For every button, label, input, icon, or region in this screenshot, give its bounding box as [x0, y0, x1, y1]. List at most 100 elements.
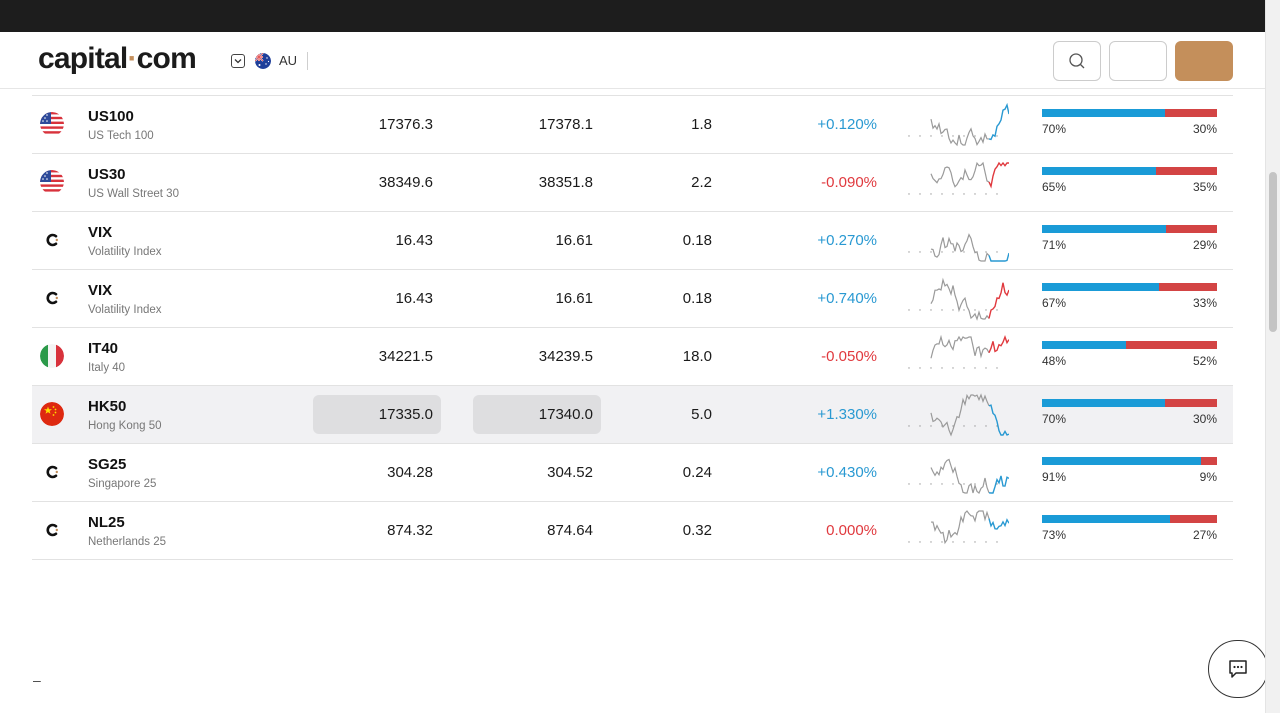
market-row-sg25[interactable]: SG25 Singapore 25 304.28 304.52 0.24 +0.430% 9… [32, 443, 1233, 501]
sell-price[interactable]: 17376.3 [313, 116, 433, 133]
sellers-percent: 27% [1192, 528, 1217, 542]
buyers-segment [1042, 109, 1165, 117]
buy-price[interactable]: 16.61 [473, 290, 593, 307]
buyers-segment [1042, 225, 1167, 233]
sell-price-button[interactable]: 17335.0 [313, 395, 441, 434]
instrument-symbol[interactable]: US100 [88, 108, 134, 125]
instrument-name: Singapore 25 [88, 478, 157, 490]
instrument-name: Volatility Index [88, 304, 162, 316]
change-percent: +0.270% [817, 232, 877, 249]
instrument-name: Italy 40 [88, 362, 126, 374]
instrument-symbol[interactable]: US30 [88, 166, 126, 183]
market-row-hk50[interactable]: HK50 Hong Kong 50 17335.0 17340.0 5.0 +1.330%… [32, 385, 1233, 443]
buyers-segment [1042, 167, 1156, 175]
page-scrollbar[interactable] [1265, 0, 1280, 713]
capital-logo-icon [40, 460, 64, 484]
scrollbar-thumb[interactable] [1269, 172, 1277, 332]
sell-price[interactable]: 304.28 [313, 464, 433, 481]
locale-selector[interactable]: AU [231, 51, 309, 70]
sparkline-recent [988, 518, 1009, 530]
market-row-vix[interactable]: VIX Volatility Index 16.43 16.61 0.18 +0.740%… [32, 269, 1233, 327]
sparkline-history [930, 161, 990, 188]
instrument-name: US Wall Street 30 [88, 188, 179, 200]
instrument-symbol[interactable]: VIX [88, 282, 112, 299]
top-black-bar [0, 0, 1265, 32]
buy-price[interactable]: 17378.1 [473, 116, 593, 133]
buyers-segment [1042, 341, 1126, 349]
chat-button[interactable] [1208, 640, 1268, 698]
sentiment-bar [1042, 167, 1217, 175]
sellers-percent: 30% [1192, 122, 1217, 136]
instrument-name: US Tech 100 [88, 130, 154, 142]
buyers-percent: 71% [1042, 238, 1067, 252]
buy-price[interactable]: 304.52 [473, 464, 593, 481]
buyers-percent: 73% [1042, 528, 1067, 542]
spread-value: 0.24 [682, 464, 712, 481]
price-sparkline [908, 393, 1009, 437]
buyers-percent: 91% [1042, 470, 1067, 484]
buy-price[interactable]: 38351.8 [473, 174, 593, 191]
instrument-symbol[interactable]: IT40 [88, 340, 118, 357]
market-row-vix[interactable]: VIX Volatility Index 16.43 16.61 0.18 +0.270%… [32, 211, 1233, 269]
price-sparkline [908, 102, 1009, 147]
spread-value: 2.2 [691, 174, 712, 191]
sentiment-bar [1042, 225, 1217, 233]
sellers-segment [1126, 341, 1217, 349]
sell-price[interactable]: 16.43 [313, 232, 433, 249]
sell-price[interactable]: 16.43 [313, 290, 433, 307]
sign-up-button[interactable] [1175, 41, 1233, 81]
instrument-symbol[interactable]: HK50 [88, 398, 126, 415]
market-row-it40[interactable]: IT40 Italy 40 34221.5 34239.5 18.0 -0.050% 48%… [32, 327, 1233, 385]
sell-price[interactable]: 874.32 [313, 522, 433, 539]
sell-price[interactable]: 34221.5 [313, 348, 433, 365]
sparkline-recent [988, 475, 1009, 494]
locale-divider [307, 51, 309, 70]
change-percent: +0.120% [817, 116, 877, 133]
sparkline-recent [988, 404, 1009, 436]
spread-value: 0.32 [682, 522, 712, 539]
sellers-percent: 35% [1192, 180, 1217, 194]
instrument-name: Volatility Index [88, 246, 162, 258]
sparkline-recent [988, 282, 1009, 319]
instrument-symbol[interactable]: NL25 [88, 514, 125, 531]
australia-flag-icon [255, 52, 271, 69]
sparkline-history [930, 393, 990, 437]
sellers-segment [1164, 399, 1217, 407]
instrument-name: Netherlands 25 [88, 536, 166, 548]
sparkline-recent [988, 334, 1009, 354]
spread-value: 0.18 [682, 232, 712, 249]
login-button[interactable] [1109, 41, 1167, 81]
spread-value: 1.8 [691, 116, 712, 133]
locale-code[interactable]: AU [279, 53, 297, 68]
search-button[interactable] [1053, 41, 1101, 81]
instrument-symbol[interactable]: VIX [88, 224, 112, 241]
change-percent: -0.050% [821, 348, 877, 365]
sell-price[interactable]: 38349.6 [313, 174, 433, 191]
sentiment-bar [1042, 457, 1217, 465]
buyers-segment [1042, 515, 1170, 523]
market-row-us100[interactable]: US100 US Tech 100 17376.3 17378.1 1.8 +0.120%… [32, 95, 1233, 153]
capital-logo-icon [40, 228, 64, 252]
buy-price[interactable]: 34239.5 [473, 348, 593, 365]
sparkline-recent [988, 161, 1009, 189]
market-row-nl25[interactable]: NL25 Netherlands 25 874.32 874.64 0.32 0.000%… [32, 501, 1233, 560]
buy-price-button[interactable]: 17340.0 [473, 395, 601, 434]
chat-icon [1229, 660, 1247, 678]
market-row-us30[interactable]: US30 US Wall Street 30 38349.6 38351.8 2.2 -0… [32, 153, 1233, 211]
sentiment-bar [1042, 109, 1217, 117]
spread-value: 0.18 [682, 290, 712, 307]
spread-value: 18.0 [682, 348, 712, 365]
change-percent: 0.000% [826, 522, 877, 539]
buy-price[interactable]: 16.61 [473, 232, 593, 249]
sentiment-bar [1042, 341, 1217, 349]
capital-com-logo[interactable]: capital·com [38, 42, 197, 76]
us-flag-icon [40, 112, 64, 136]
sellers-percent: 33% [1192, 296, 1217, 310]
sellers-segment [1164, 109, 1217, 117]
instrument-symbol[interactable]: SG25 [88, 456, 126, 473]
buyers-segment [1042, 283, 1160, 291]
chevron-down-icon[interactable] [231, 53, 245, 68]
price-sparkline [908, 161, 1009, 195]
buy-price[interactable]: 874.64 [473, 522, 593, 539]
us-flag-icon [40, 170, 64, 194]
